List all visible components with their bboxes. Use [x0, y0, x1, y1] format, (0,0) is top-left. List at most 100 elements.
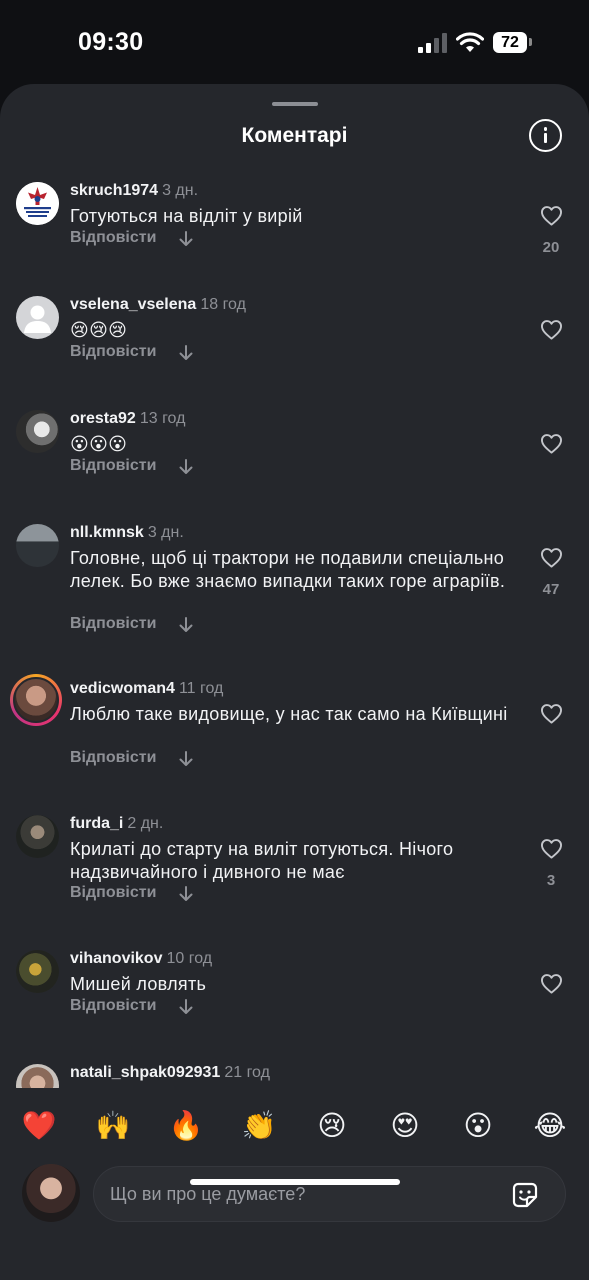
comment-item: nll.kmnsk 3 дн. Головне, щоб ці трактори …: [0, 514, 589, 654]
reply-button[interactable]: Відповісти: [70, 457, 156, 475]
reply-button[interactable]: Відповісти: [70, 615, 156, 633]
reaction-raised-hands-button[interactable]: 🙌: [93, 1106, 133, 1146]
quick-reaction-bar: ❤️ 🙌 🔥 👏 😢 😍 😮 😂: [0, 1106, 589, 1146]
reaction-fire-button[interactable]: 🔥: [166, 1106, 206, 1146]
heart-icon[interactable]: [540, 973, 563, 994]
sheet-grabber[interactable]: [272, 102, 318, 106]
comment-time: 18 год: [200, 296, 246, 313]
comment-item: skruch1974 3 дн. Готуються на відліт у ви…: [0, 172, 589, 272]
comments-sheet: Коментарі skruch1974 3 дн. Готуються на …: [0, 84, 589, 1280]
status-time: 09:30: [78, 28, 144, 56]
info-icon: [543, 127, 547, 131]
comment-header: vedicwoman4 11 год: [70, 680, 223, 698]
comment-username[interactable]: natali_shpak092931: [70, 1064, 220, 1081]
avatar[interactable]: [16, 815, 59, 858]
cellular-signal-icon: [418, 33, 447, 53]
avatar[interactable]: [16, 182, 59, 225]
comment-header: nll.kmnsk 3 дн.: [70, 524, 184, 542]
heart-icon[interactable]: [540, 319, 563, 340]
wifi-icon: [456, 32, 484, 52]
like-count: 20: [542, 239, 560, 256]
comment-header: vselena_vselena 18 год: [70, 296, 246, 314]
comment-header: natali_shpak092931 21 год: [70, 1064, 270, 1082]
comment-time: 13 год: [139, 410, 186, 427]
comment-text: 😮😮😮: [70, 434, 128, 454]
arrow-down-icon[interactable]: [179, 617, 193, 633]
arrow-down-icon[interactable]: [179, 345, 193, 361]
comment-username[interactable]: vedicwoman4: [70, 680, 175, 697]
reaction-clap-button[interactable]: 👏: [239, 1106, 279, 1146]
comment-item: vselena_vselena 18 год 😢😢😢 Відповісти: [0, 286, 589, 386]
comment-item: oresta92 13 год 😮😮😮 Відповісти: [0, 400, 589, 500]
comment-composer[interactable]: [93, 1166, 566, 1222]
heart-icon[interactable]: [540, 205, 563, 226]
avatar[interactable]: [16, 1064, 59, 1088]
sticker-icon[interactable]: [510, 1180, 540, 1210]
comment-time: 10 год: [166, 950, 213, 967]
default-avatar-icon: [24, 305, 51, 333]
comment-item: vihanovikov 10 год Мишей ловлять Відповіс…: [0, 940, 589, 1040]
comment-time: 3 дн.: [162, 182, 199, 199]
comment-username[interactable]: vselena_vselena: [70, 296, 196, 313]
comment-header: vihanovikov 10 год: [70, 950, 212, 968]
battery-tip: [529, 38, 532, 46]
arrow-down-icon[interactable]: [179, 459, 193, 475]
reply-button[interactable]: Відповісти: [70, 884, 156, 902]
comment-header: oresta92 13 год: [70, 410, 185, 428]
avatar[interactable]: [16, 410, 59, 453]
reply-button[interactable]: Відповісти: [70, 343, 156, 361]
comment-text: Крилаті до старту на виліт готуються. Ні…: [70, 839, 454, 882]
reaction-laugh-button[interactable]: 😂: [530, 1106, 570, 1146]
heart-icon[interactable]: [540, 547, 563, 568]
comment-text: Мишей ловлять: [70, 974, 207, 994]
comment-item: furda_i 2 дн. Крилаті до старту на виліт …: [0, 805, 589, 925]
reaction-surprised-button[interactable]: 😮: [458, 1106, 498, 1146]
reply-button[interactable]: Відповісти: [70, 229, 156, 247]
like-count: 47: [542, 581, 560, 598]
avatar: [13, 677, 59, 723]
status-bar: 09:30 72: [0, 0, 589, 84]
zsu-emblem-icon: [16, 182, 59, 225]
reaction-heart-eyes-button[interactable]: 😍: [385, 1106, 425, 1146]
comments-list[interactable]: skruch1974 3 дн. Готуються на відліт у ви…: [0, 172, 589, 1088]
comment-item: natali_shpak092931 21 год: [0, 1054, 589, 1088]
heart-icon[interactable]: [540, 703, 563, 724]
like-count: 3: [546, 872, 556, 889]
sheet-title: Коментарі: [241, 124, 348, 147]
arrow-down-icon[interactable]: [179, 886, 193, 902]
comment-username[interactable]: furda_i: [70, 815, 123, 832]
reply-button[interactable]: Відповісти: [70, 997, 156, 1015]
comment-text: Люблю таке видовище, у нас так само на К…: [70, 704, 508, 724]
reaction-cry-button[interactable]: 😢: [312, 1106, 352, 1146]
comment-item: vedicwoman4 11 год Люблю таке видовище, у…: [0, 670, 589, 790]
comment-text: Головне, щоб ці трактори не подавили спе…: [70, 548, 506, 591]
avatar[interactable]: [16, 524, 59, 567]
avatar-story-ring[interactable]: [10, 674, 62, 726]
avatar[interactable]: [16, 950, 59, 993]
info-button[interactable]: [529, 119, 562, 152]
comment-username[interactable]: nll.kmnsk: [70, 524, 144, 541]
comment-header: skruch1974 3 дн.: [70, 182, 198, 200]
reaction-heart-button[interactable]: ❤️: [19, 1106, 59, 1146]
comment-time: 11 год: [178, 680, 224, 697]
comment-username[interactable]: vihanovikov: [70, 950, 162, 967]
reply-button[interactable]: Відповісти: [70, 749, 156, 767]
avatar[interactable]: [16, 296, 59, 339]
comment-time: 2 дн.: [127, 815, 164, 832]
heart-icon[interactable]: [540, 838, 563, 859]
comment-input[interactable]: [110, 1167, 490, 1221]
home-indicator: [190, 1179, 400, 1185]
heart-icon[interactable]: [540, 433, 563, 454]
arrow-down-icon[interactable]: [179, 231, 193, 247]
arrow-down-icon[interactable]: [179, 751, 193, 767]
comment-text: 😢😢😢: [70, 320, 128, 340]
current-user-avatar: [22, 1164, 80, 1222]
comment-time: 21 год: [224, 1064, 270, 1081]
battery-indicator: 72: [493, 32, 527, 53]
comment-username[interactable]: oresta92: [70, 410, 136, 427]
comment-username[interactable]: skruch1974: [70, 182, 158, 199]
comment-text: Готуються на відліт у вирій: [70, 206, 303, 226]
arrow-down-icon[interactable]: [179, 999, 193, 1015]
comment-header: furda_i 2 дн.: [70, 815, 163, 833]
comment-time: 3 дн.: [147, 524, 184, 541]
